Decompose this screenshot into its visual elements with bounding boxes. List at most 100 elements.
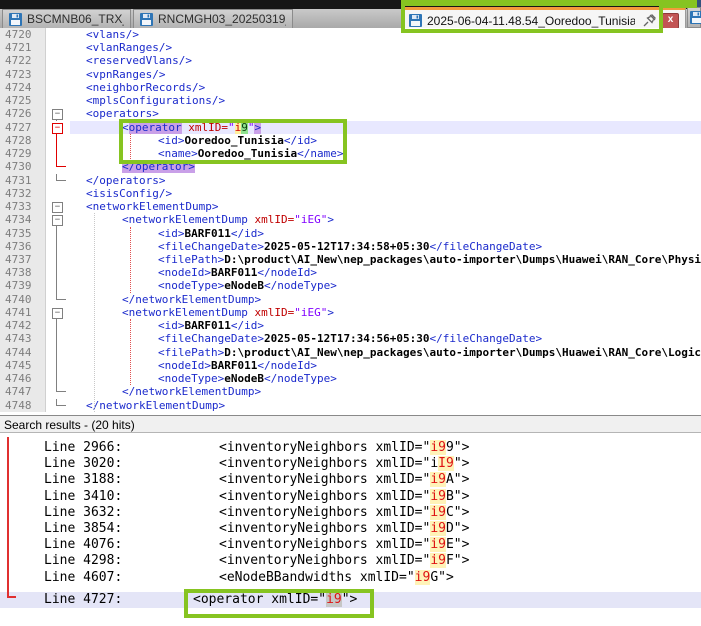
match-highlight: i9: [430, 505, 446, 520]
line-number: 4721: [0, 41, 46, 54]
code-editor[interactable]: 4720<vlans/>4721<vlanRanges/>4722<reserv…: [0, 28, 701, 412]
editor-line-4735[interactable]: 4735<id>BARF011</id>: [0, 227, 701, 240]
fold-margin: [46, 54, 70, 67]
result-line-number: Line 4298:: [44, 553, 204, 569]
line-number: 4739: [0, 279, 46, 292]
fold-margin: [46, 253, 70, 266]
fold-collapse-icon[interactable]: −: [52, 308, 63, 319]
editor-line-4740[interactable]: 4740</networkElementDump>: [0, 293, 701, 306]
editor-line-4738[interactable]: 4738<nodeId>BARF011</nodeId>: [0, 266, 701, 279]
result-line-number: Line 3188:: [44, 472, 204, 488]
line-number: 4729: [0, 147, 46, 160]
tab-label: RNCMGH03_20250319_All.xml: [158, 12, 286, 26]
line-number: 4730: [0, 160, 46, 173]
code-text: <networkElementDump xmlID="iEG">: [70, 213, 701, 226]
code-text: <nodeType>eNodeB</nodeType>: [70, 279, 701, 292]
result-text: <inventoryNeighbors xmlID="i9F">: [219, 553, 469, 568]
editor-line-4720[interactable]: 4720<vlans/>: [0, 28, 701, 41]
line-number: 4727: [0, 121, 46, 134]
editor-line-4729[interactable]: 4729<name>Ooredoo_Tunisia</name>: [0, 147, 701, 160]
fold-line: [56, 266, 57, 279]
editor-line-4742[interactable]: 4742<id>BARF011</id>: [0, 319, 701, 332]
fold-margin[interactable]: −: [46, 200, 70, 213]
editor-line-4741[interactable]: 4741−<networkElementDump xmlID="iEG">: [0, 306, 701, 319]
code-text: </operator>: [70, 160, 701, 173]
editor-line-4722[interactable]: 4722<reservedVlans/>: [0, 54, 701, 67]
search-results-list[interactable]: Line 2966:<inventoryNeighbors xmlID="i99…: [0, 435, 701, 626]
editor-line-4728[interactable]: 4728<id>Ooredoo_Tunisia</id>: [0, 134, 701, 147]
code-text: <fileChangeDate>2025-05-12T17:34:56+05:3…: [70, 332, 701, 345]
tab-label: 2025-06-04-11.48.54_Ooredoo_Tunisia.xml: [427, 14, 635, 28]
fold-collapse-icon[interactable]: −: [52, 123, 63, 134]
fold-margin: [46, 399, 70, 412]
editor-line-4739[interactable]: 4739 <nodeType>eNodeB</nodeType>: [0, 279, 701, 292]
match-highlight: i9: [415, 570, 431, 585]
fold-margin: [46, 372, 70, 385]
results-fold-line: [7, 437, 9, 598]
search-result-row[interactable]: Line 3410:<inventoryNeighbors xmlID="i9B…: [0, 489, 701, 505]
editor-line-4745[interactable]: 4745 <nodeId>BARF011</nodeId>: [0, 359, 701, 372]
search-result-row[interactable]: Line 4607:<eNodeBBandwidths xmlID="i9G">: [0, 570, 701, 586]
editor-line-4725[interactable]: 4725<mplsConfigurations/>: [0, 94, 701, 107]
search-result-row[interactable]: Line 3632:<inventoryNeighbors xmlID="i9C…: [0, 505, 701, 521]
annotation-strip: [660, 0, 697, 8]
search-result-row[interactable]: Line 3854:<inventoryNeighbors xmlID="i9D…: [0, 521, 701, 537]
fold-margin: [46, 81, 70, 94]
tab-2[interactable]: RNCMGH03_20250319_All.xml: [133, 9, 293, 28]
editor-line-4744[interactable]: 4744<filePath>D:\product\AI_New\nep_pack…: [0, 346, 701, 359]
editor-line-4724[interactable]: 4724<neighborRecords/>: [0, 81, 701, 94]
code-text: <mplsConfigurations/>: [70, 94, 701, 107]
search-result-row[interactable]: Line 4727:<operator xmlID="i9">: [0, 592, 701, 608]
editor-line-4727[interactable]: 4727−<operator xmlID="i9">: [0, 121, 701, 134]
fold-line: [56, 253, 57, 266]
editor-line-4721[interactable]: 4721<vlanRanges/>: [0, 41, 701, 54]
fold-collapse-icon[interactable]: −: [52, 215, 63, 226]
close-icon[interactable]: x: [662, 13, 679, 29]
editor-line-4723[interactable]: 4723<vpnRanges/>: [0, 68, 701, 81]
fold-margin: [46, 134, 70, 147]
search-result-row[interactable]: Line 3188: <inventoryNeighbors xmlID="i9A…: [0, 472, 701, 488]
fold-margin: [46, 279, 70, 292]
search-result-row[interactable]: Line 4076:<inventoryNeighbors xmlID="i9E…: [0, 537, 701, 553]
match-highlight: i9: [326, 592, 342, 607]
line-number: 4740: [0, 293, 46, 306]
line-number: 4748: [0, 399, 46, 412]
fold-margin[interactable]: −: [46, 107, 70, 120]
result-line-number: Line 2966:: [44, 440, 204, 456]
editor-line-4743[interactable]: 4743<fileChangeDate>2025-05-12T17:34:56+…: [0, 332, 701, 345]
search-result-row[interactable]: Line 3020:<inventoryNeighbors xmlID="iI9…: [0, 456, 701, 472]
fold-collapse-icon[interactable]: −: [52, 202, 63, 213]
line-number: 4745: [0, 359, 46, 372]
fold-collapse-icon[interactable]: −: [52, 109, 63, 120]
editor-line-4747[interactable]: 4747</networkElementDump>: [0, 385, 701, 398]
tab-1[interactable]: BSCMNB06_TRX_.xml: [2, 9, 131, 28]
code-text: <nodeId>BARF011</nodeId>: [70, 359, 701, 372]
editor-line-4734[interactable]: 4734−<networkElementDump xmlID="iEG">: [0, 213, 701, 226]
search-result-row[interactable]: Line 2966:<inventoryNeighbors xmlID="i99…: [0, 440, 701, 456]
result-line-number: Line 3410:: [44, 489, 204, 505]
pin-icon[interactable]: [642, 13, 657, 28]
editor-line-4730[interactable]: 4730 </operator>: [0, 160, 701, 173]
editor-line-4726[interactable]: 4726−<operators>: [0, 107, 701, 120]
result-text: <eNodeBBandwidths xmlID="i9G">: [219, 570, 454, 585]
editor-line-4733[interactable]: 4733−<networkElementDump>: [0, 200, 701, 213]
editor-line-4737[interactable]: 4737<filePath>D:\product\AI_New\nep_pack…: [0, 253, 701, 266]
line-number: 4747: [0, 385, 46, 398]
editor-line-4748[interactable]: 4748</networkElementDump>: [0, 399, 701, 412]
partial-tab[interactable]: [687, 7, 701, 28]
code-text: <nodeId>BARF011</nodeId>: [70, 266, 701, 279]
fold-margin[interactable]: −: [46, 306, 70, 319]
search-result-row[interactable]: Line 4298: <inventoryNeighbors xmlID="i9F…: [0, 553, 701, 569]
result-text: <inventoryNeighbors xmlID="i9A">: [219, 472, 469, 487]
editor-line-4731[interactable]: 4731</operators>: [0, 174, 701, 187]
match-highlight: i9: [430, 489, 446, 504]
editor-line-4732[interactable]: 4732<isisConfig/>: [0, 187, 701, 200]
fold-margin[interactable]: −: [46, 121, 70, 134]
editor-line-4736[interactable]: 4736<fileChangeDate>2025-05-12T17:34:58+…: [0, 240, 701, 253]
fold-margin: [46, 346, 70, 359]
line-number: 4733: [0, 200, 46, 213]
fold-margin[interactable]: −: [46, 213, 70, 226]
editor-line-4746[interactable]: 4746<nodeType>eNodeB</nodeType>: [0, 372, 701, 385]
fold-line: [56, 279, 57, 292]
fold-margin: [46, 359, 70, 372]
